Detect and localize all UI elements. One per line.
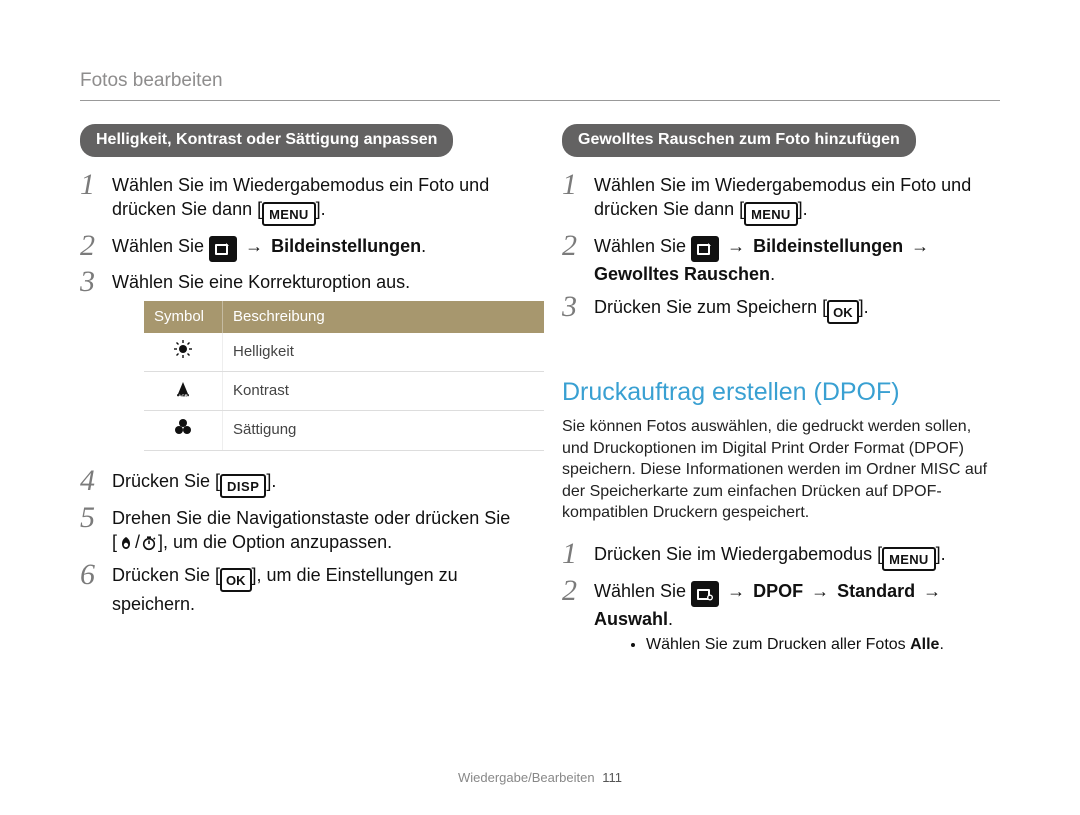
footer-section: Wiedergabe/Bearbeiten <box>458 770 595 785</box>
edit-icon <box>209 236 237 262</box>
step-text: . <box>770 264 775 284</box>
table-row: Sättigung <box>144 411 544 450</box>
step-text: Wählen Sie <box>594 581 691 601</box>
brightness-icon <box>173 339 193 359</box>
step: Wählen Sie im Wiedergabemodus ein Foto u… <box>80 169 518 231</box>
ok-button-icon: OK <box>827 300 859 324</box>
table-header: Symbol <box>144 301 223 333</box>
menu-button-icon: MENU <box>262 202 315 226</box>
header-divider <box>80 100 1000 101</box>
step: Wählen Sie im Wiedergabemodus ein Foto u… <box>562 169 1000 231</box>
menu-button-icon: MENU <box>744 202 797 226</box>
menu-path: Bildeinstellungen <box>753 236 903 256</box>
step: Drehen Sie die Navigationstaste oder drü… <box>80 502 518 559</box>
step-text: ]. <box>798 199 808 219</box>
disp-button-icon: DISP <box>220 474 266 498</box>
table-row: ACB Kontrast <box>144 372 544 411</box>
table-row: Helligkeit <box>144 333 544 372</box>
step-text: ]. <box>316 199 326 219</box>
bullet-text: Wählen Sie zum Drucken aller Fotos <box>646 636 910 653</box>
step: Drücken Sie zum Speichern [OK]. <box>562 291 1000 329</box>
right-column: Gewolltes Rauschen zum Foto hinzufügen W… <box>562 120 1000 659</box>
step: Wählen Sie eine Korrekturoption aus. Sym… <box>80 266 518 464</box>
bullet: Wählen Sie zum Drucken aller Fotos Alle. <box>646 634 1000 656</box>
table-cell: Sättigung <box>223 411 545 450</box>
menu-path: Auswahl <box>594 609 668 629</box>
saturation-icon <box>173 417 193 437</box>
step-text: ]. <box>936 544 946 564</box>
arrow-text: → <box>719 581 753 601</box>
pill-add-noise: Gewolltes Rauschen zum Foto hinzufügen <box>562 124 916 157</box>
table-cell: Helligkeit <box>223 333 545 372</box>
arrow-text: → <box>237 236 271 256</box>
edit-icon <box>691 236 719 262</box>
step: Wählen Sie → DPOF → Standard → Auswahl. … <box>562 575 1000 659</box>
step: Wählen Sie → Bildeinstellungen. <box>80 230 518 266</box>
menu-path: DPOF <box>753 581 803 601</box>
footer-page-number: 111 <box>602 770 622 785</box>
left-column: Helligkeit, Kontrast oder Sättigung anpa… <box>80 120 518 659</box>
step: Wählen Sie → Bildeinstellungen → Gewollt… <box>562 230 1000 290</box>
step-text: . <box>421 236 426 256</box>
step-text: Wählen Sie <box>594 236 691 256</box>
step: Drücken Sie [OK], um die Einstellungen z… <box>80 559 518 621</box>
menu-path: Standard <box>837 581 915 601</box>
page-footer: Wiedergabe/Bearbeiten 111 <box>0 769 1080 787</box>
arrow-text: → <box>719 236 753 256</box>
step-text: Drücken Sie [ <box>112 565 220 585</box>
menu-button-icon: MENU <box>882 547 935 571</box>
step-text: Drücken Sie im Wiedergabemodus [ <box>594 544 882 564</box>
section-body: Sie können Fotos auswählen, die gedruckt… <box>562 416 1000 524</box>
timer-icon <box>140 534 158 552</box>
svg-text:ACB: ACB <box>178 394 188 399</box>
step-text: ]. <box>266 471 276 491</box>
ok-button-icon: OK <box>220 568 252 592</box>
step-text: ]. <box>859 297 869 317</box>
bullet-bold: Alle <box>910 636 939 653</box>
pill-adjust-brightness: Helligkeit, Kontrast oder Sättigung anpa… <box>80 124 453 157</box>
step-text: Wählen Sie eine Korrekturoption aus. <box>112 272 410 292</box>
macro-icon <box>117 534 135 552</box>
section-heading-dpof: Druckauftrag erstellen (DPOF) <box>562 376 1000 410</box>
breadcrumb: Fotos bearbeiten <box>80 68 223 94</box>
table-header: Beschreibung <box>223 301 545 333</box>
settings-icon <box>691 581 719 607</box>
arrow-text: → <box>803 581 837 601</box>
arrow-text: → <box>915 581 944 601</box>
step-text: . <box>668 609 673 629</box>
contrast-icon: ACB <box>173 378 193 398</box>
arrow-text: → <box>903 236 932 256</box>
step-text: Drücken Sie zum Speichern [ <box>594 297 827 317</box>
menu-path: Bildeinstellungen <box>271 236 421 256</box>
bullet-text: . <box>939 636 943 653</box>
menu-path: Gewolltes Rauschen <box>594 264 770 284</box>
step-text: ], um die Option anzupassen. <box>158 532 392 552</box>
step-text: Wählen Sie <box>112 236 209 256</box>
step: Drücken Sie [DISP]. <box>80 465 518 503</box>
step-text: Drücken Sie [ <box>112 471 220 491</box>
symbol-table: Symbol Beschreibung Helligkeit <box>144 301 544 451</box>
step: Drücken Sie im Wiedergabemodus [MENU]. <box>562 538 1000 576</box>
table-cell: Kontrast <box>223 372 545 411</box>
